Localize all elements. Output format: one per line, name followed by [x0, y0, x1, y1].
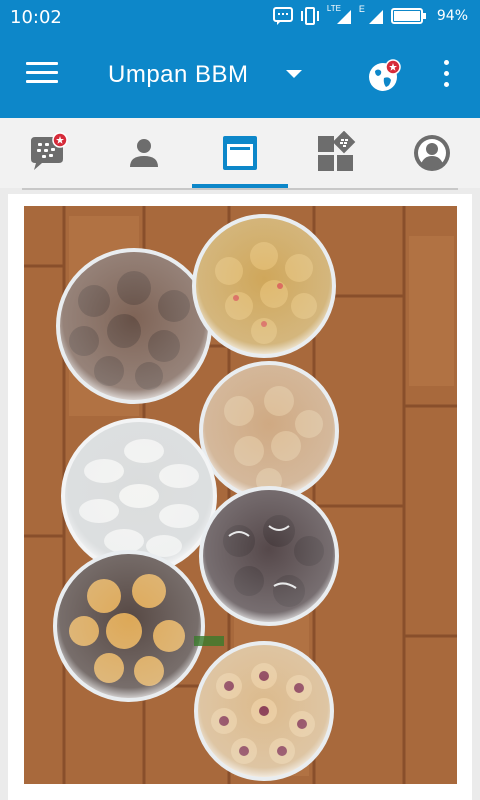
message-notification-icon — [272, 7, 293, 25]
battery-percent: 94% — [436, 8, 468, 24]
signal-lte-icon: LTE — [327, 4, 353, 26]
shop-blocks-icon — [318, 131, 356, 171]
tab-discover[interactable] — [288, 118, 384, 188]
globe-notification-icon[interactable] — [366, 58, 402, 94]
feed-window-icon — [223, 136, 257, 170]
status-icons: LTE E 94% — [272, 4, 468, 26]
chat-bubble-icon — [31, 132, 68, 170]
tab-bar — [0, 118, 480, 188]
status-bar: 10:02 LTE E 94% — [0, 0, 480, 36]
profile-circle-icon — [414, 135, 450, 171]
page-title[interactable]: Umpan BBM — [108, 61, 249, 89]
person-icon — [130, 139, 158, 167]
card-divider — [22, 188, 458, 190]
tab-chats[interactable] — [0, 118, 96, 188]
tab-contacts[interactable] — [96, 118, 192, 188]
cookie-jars-photo[interactable] — [24, 206, 457, 784]
more-options-icon[interactable] — [440, 60, 452, 92]
status-time: 10:02 — [10, 7, 62, 28]
tab-me[interactable] — [384, 118, 480, 188]
chevron-down-icon[interactable] — [286, 70, 302, 78]
battery-icon — [390, 8, 426, 24]
vibrate-icon — [300, 7, 319, 25]
tab-feeds[interactable] — [192, 118, 288, 188]
menu-icon[interactable] — [26, 62, 58, 92]
signal-e-icon: E — [359, 4, 385, 26]
app-bar: Umpan BBM — [0, 36, 480, 118]
photo-illustration — [24, 206, 457, 784]
